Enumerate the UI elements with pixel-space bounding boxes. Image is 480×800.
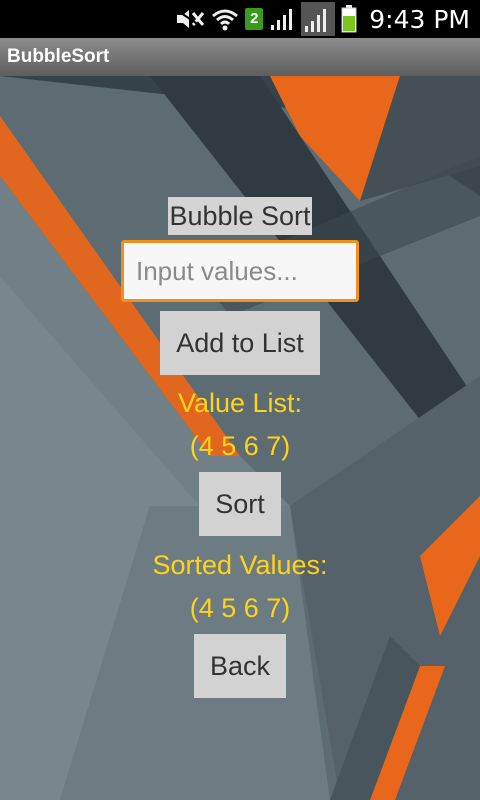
values-input[interactable] [121, 240, 359, 302]
add-to-list-button[interactable]: Add to List [160, 311, 320, 375]
value-list-label: Value List: [177, 388, 303, 418]
status-icons: 2 9:43 PM [175, 0, 470, 38]
app-title-bar: BubbleSort [0, 38, 480, 76]
page-heading: Bubble Sort [168, 197, 312, 235]
battery-icon [341, 5, 357, 33]
main-content: Bubble Sort Add to List Value List: (4 5… [0, 76, 480, 698]
signal-icon [271, 9, 293, 30]
sorted-values-list: (4 5 6 7) [189, 593, 291, 623]
signal-icon [301, 2, 336, 36]
wifi-icon [212, 9, 239, 31]
sorted-values-label: Sorted Values: [152, 550, 328, 580]
status-time: 9:43 PM [369, 4, 470, 34]
status-bar: 2 9:43 PM [0, 0, 480, 38]
app-title: BubbleSort [7, 46, 110, 67]
value-list: (4 5 6 7) [189, 431, 291, 461]
sort-button[interactable]: Sort [199, 472, 281, 536]
back-button[interactable]: Back [193, 634, 287, 698]
mute-icon [175, 8, 206, 30]
network-badge-icon: 2 [245, 8, 264, 30]
